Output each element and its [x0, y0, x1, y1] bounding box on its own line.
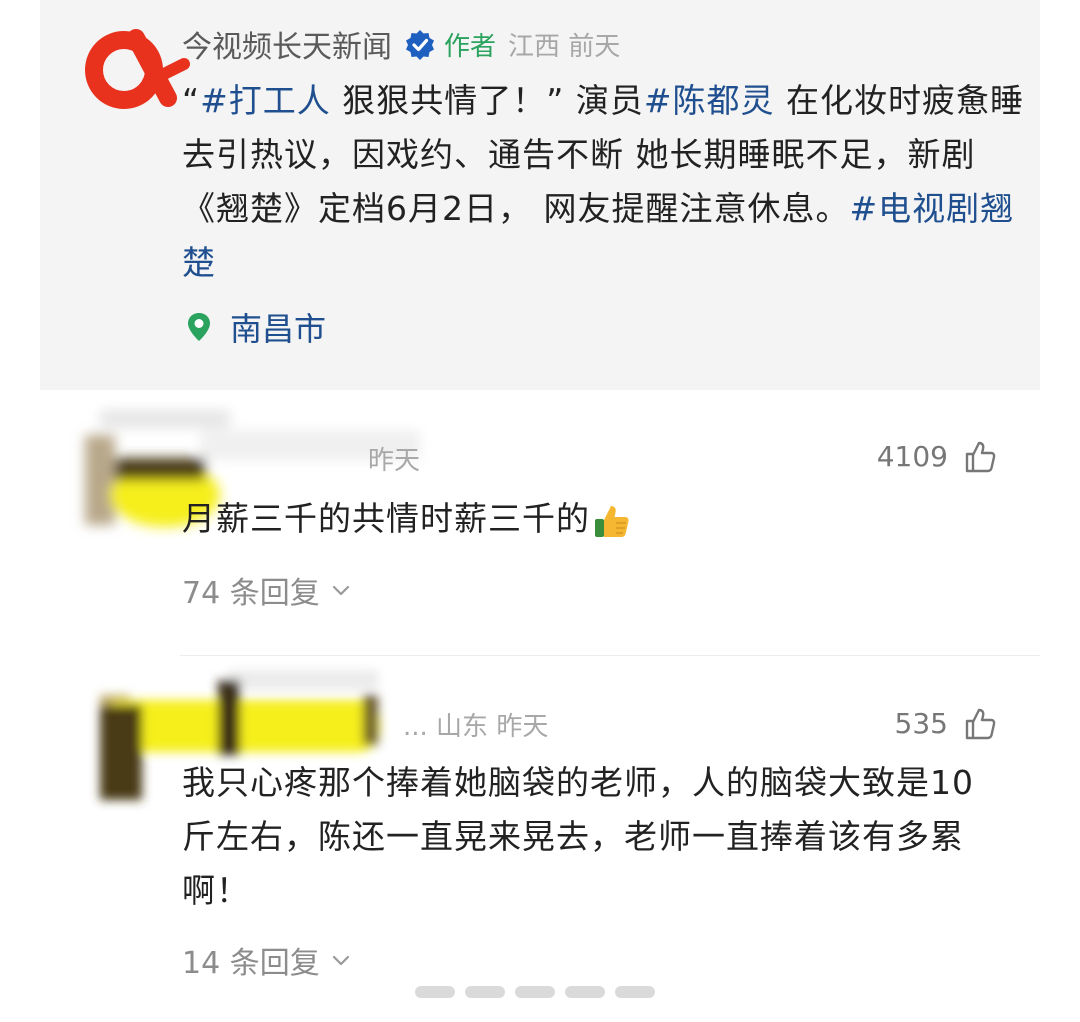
quote-open: “: [182, 81, 201, 120]
location-text: 南昌市: [230, 310, 327, 348]
like-thumb-icon[interactable]: [963, 707, 997, 741]
chevron-down-icon: [332, 955, 349, 966]
post-text-segment: 狠狠共情了！” 演员: [330, 81, 644, 120]
like-thumb-icon[interactable]: [963, 440, 997, 474]
comment-text: 我只心疼那个捧着她脑袋的老师，人的脑袋大致是10斤左右，陈还一直晃来晃去，老师一…: [182, 763, 974, 910]
comment-meta: ... 山东 昨天: [403, 712, 549, 742]
comment-body: 月薪三千的共情时薪三千的: [182, 499, 590, 538]
hashtag-link[interactable]: #打工人: [200, 81, 331, 120]
author-name[interactable]: 今视频长天新闻: [182, 22, 392, 66]
verified-badge-icon: [406, 30, 434, 60]
view-replies-link[interactable]: 14 条回复: [182, 938, 352, 982]
view-replies-link[interactable]: 74 条回复: [182, 568, 352, 612]
location-pin-icon: [188, 313, 210, 341]
post-meta: 江西 前天: [508, 31, 621, 62]
replies-count: 74 条回复: [182, 576, 320, 611]
comment-divider: [180, 655, 1040, 656]
replies-count: 14 条回复: [182, 946, 320, 981]
post-text: “#打工人 狠狠共情了！” 演员#陈都灵 在化妆时疲惫睡去引热议，因戏约、通告不…: [182, 74, 1032, 290]
author-tag: 作者: [444, 31, 497, 62]
comment-meta: 昨天: [368, 446, 421, 476]
author-line: 今视频长天新闻 作者 江西 前天: [182, 22, 620, 66]
hashtag-link[interactable]: #陈都灵: [644, 81, 775, 120]
post-card: 今视频长天新闻 作者 江西 前天 “#打工人 狠狠共情了！” 演员#陈都灵 在化…: [40, 0, 1040, 390]
like-count: 535: [894, 707, 948, 740]
comment-text: 月薪三千的共情时薪三千的: [182, 492, 982, 546]
thumbs-up-emoji-icon: [595, 505, 629, 537]
chevron-down-icon: [332, 585, 349, 596]
like-count: 4109: [876, 440, 948, 473]
watermark-artifact: [415, 986, 655, 998]
location-tag[interactable]: 南昌市: [186, 305, 326, 349]
